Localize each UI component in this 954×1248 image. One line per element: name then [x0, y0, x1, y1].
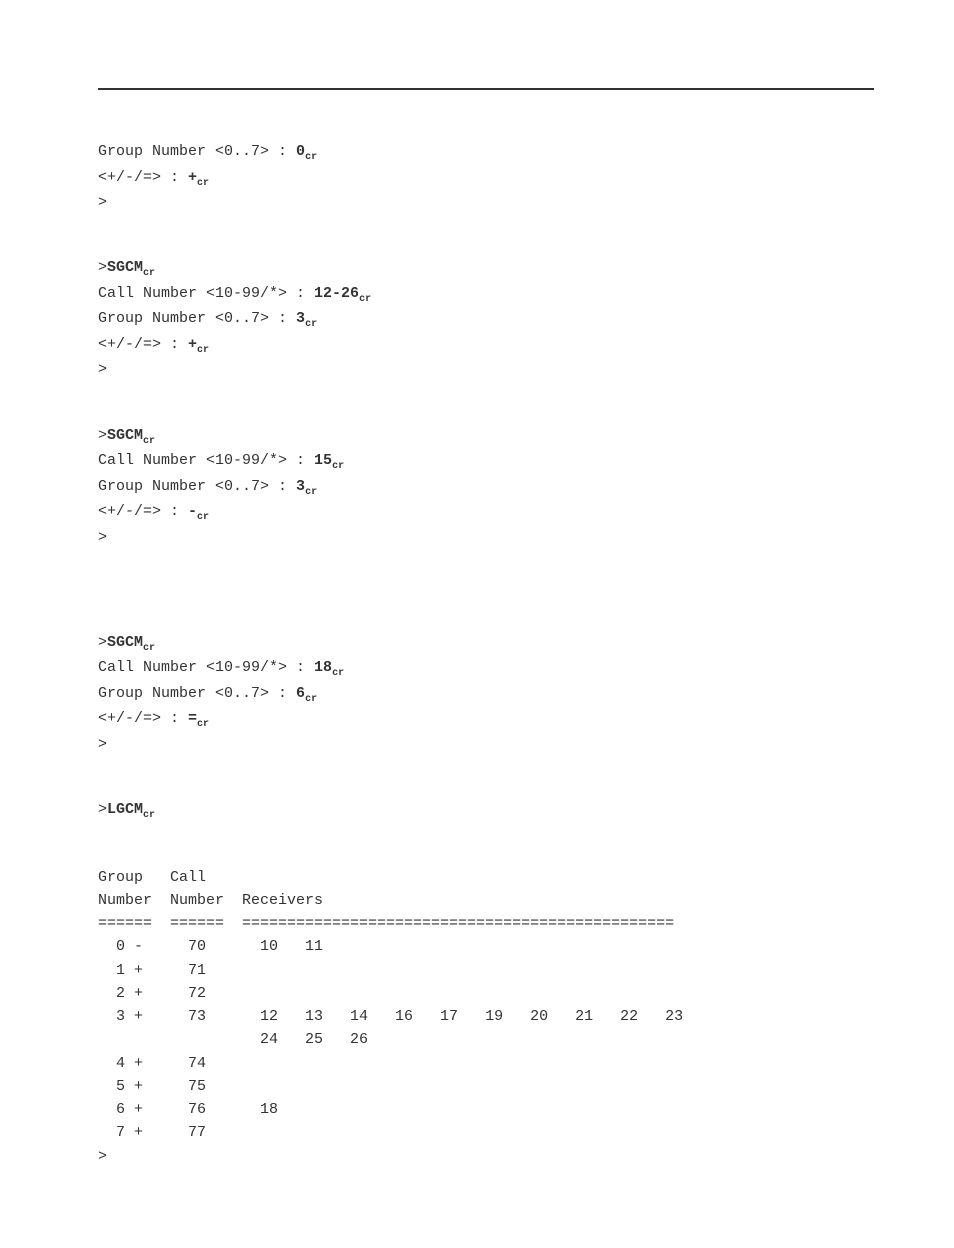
table-row: 6 + 76 18 [98, 1098, 874, 1121]
table-row: 5 + 75 [98, 1075, 874, 1098]
cr-indicator: cr [359, 294, 371, 305]
cr-indicator: cr [143, 810, 155, 821]
input-text: 0 [296, 143, 305, 160]
cr-indicator: cr [305, 152, 317, 163]
prompt-text: Group Number <0..7> : [98, 143, 296, 160]
cr-indicator: cr [197, 512, 209, 523]
input-text: + [188, 169, 197, 186]
prompt-line: > [98, 733, 874, 756]
prompt-text: <+/-/=> : [98, 503, 188, 520]
group-number-line: Group Number <0..7> : 3cr [98, 307, 874, 333]
table-row: 4 + 74 [98, 1052, 874, 1075]
call-number-line: Call Number <10-99/*> : 18cr [98, 656, 874, 682]
command-text: SGCM [107, 634, 143, 651]
group-number-line: Group Number <0..7> : 0cr [98, 140, 874, 166]
input-text: 12-26 [314, 285, 359, 302]
group-number-line: Group Number <0..7> : 6cr [98, 682, 874, 708]
table-row: 1 + 71 [98, 959, 874, 982]
cr-indicator: cr [197, 345, 209, 356]
lgcm-table: Group Call Number Number Receivers =====… [98, 866, 874, 1168]
cr-indicator: cr [332, 668, 344, 679]
table-header-1: Group Call [98, 866, 874, 889]
prompt-text: Call Number <10-99/*> : [98, 659, 314, 676]
prompt-text: Group Number <0..7> : [98, 685, 296, 702]
input-text: 18 [314, 659, 332, 676]
prompt-text: > [98, 427, 107, 444]
input-text: 3 [296, 310, 305, 327]
prompt-text: > [98, 801, 107, 818]
input-text: 15 [314, 452, 332, 469]
prompt-text: <+/-/=> : [98, 710, 188, 727]
prompt-text: <+/-/=> : [98, 336, 188, 353]
call-number-line: Call Number <10-99/*> : 12-26cr [98, 282, 874, 308]
table-separator: ====== ====== ==========================… [98, 912, 874, 935]
table-header-2: Number Number Receivers [98, 889, 874, 912]
cr-indicator: cr [332, 461, 344, 472]
command-line: >SGCMcr [98, 424, 874, 450]
prompt-line: > [98, 191, 874, 214]
prompt-text: > [98, 634, 107, 651]
input-text: - [188, 503, 197, 520]
prompt-line: > [98, 358, 874, 381]
table-row: 7 + 77 [98, 1121, 874, 1144]
input-text: + [188, 336, 197, 353]
terminal-block-4: >SGCMcr Call Number <10-99/*> : 18cr Gro… [98, 631, 874, 756]
prompt-text: Call Number <10-99/*> : [98, 285, 314, 302]
prompt-line: > [98, 526, 874, 549]
op-line: <+/-/=> : =cr [98, 707, 874, 733]
cr-indicator: cr [197, 178, 209, 189]
table-row: 0 - 70 10 11 [98, 935, 874, 958]
table-row: 24 25 26 [98, 1028, 874, 1051]
op-line: <+/-/=> : +cr [98, 333, 874, 359]
group-number-line: Group Number <0..7> : 3cr [98, 475, 874, 501]
prompt-text: Group Number <0..7> : [98, 478, 296, 495]
input-text: = [188, 710, 197, 727]
command-text: SGCM [107, 259, 143, 276]
prompt-text: <+/-/=> : [98, 169, 188, 186]
terminal-block-1: Group Number <0..7> : 0cr <+/-/=> : +cr … [98, 140, 874, 214]
command-text: SGCM [107, 427, 143, 444]
table-row: 3 + 73 12 13 14 16 17 19 20 21 22 23 [98, 1005, 874, 1028]
prompt-text: Group Number <0..7> : [98, 310, 296, 327]
table-row: 2 + 72 [98, 982, 874, 1005]
command-line: >SGCMcr [98, 631, 874, 657]
cr-indicator: cr [197, 719, 209, 730]
input-text: 3 [296, 478, 305, 495]
cr-indicator: cr [305, 319, 317, 330]
cr-indicator: cr [305, 694, 317, 705]
divider [98, 88, 874, 90]
cr-indicator: cr [143, 643, 155, 654]
command-line: >SGCMcr [98, 256, 874, 282]
cr-indicator: cr [305, 487, 317, 498]
op-line: <+/-/=> : +cr [98, 166, 874, 192]
command-line: >LGCMcr [98, 798, 874, 824]
op-line: <+/-/=> : -cr [98, 500, 874, 526]
terminal-block-2: >SGCMcr Call Number <10-99/*> : 12-26cr … [98, 256, 874, 381]
terminal-block-3: >SGCMcr Call Number <10-99/*> : 15cr Gro… [98, 424, 874, 549]
terminal-block-5: >LGCMcr [98, 798, 874, 824]
command-text: LGCM [107, 801, 143, 818]
input-text: 6 [296, 685, 305, 702]
cr-indicator: cr [143, 268, 155, 279]
prompt-text: > [98, 259, 107, 276]
cr-indicator: cr [143, 436, 155, 447]
prompt-line: > [98, 1145, 874, 1168]
prompt-text: Call Number <10-99/*> : [98, 452, 314, 469]
call-number-line: Call Number <10-99/*> : 15cr [98, 449, 874, 475]
